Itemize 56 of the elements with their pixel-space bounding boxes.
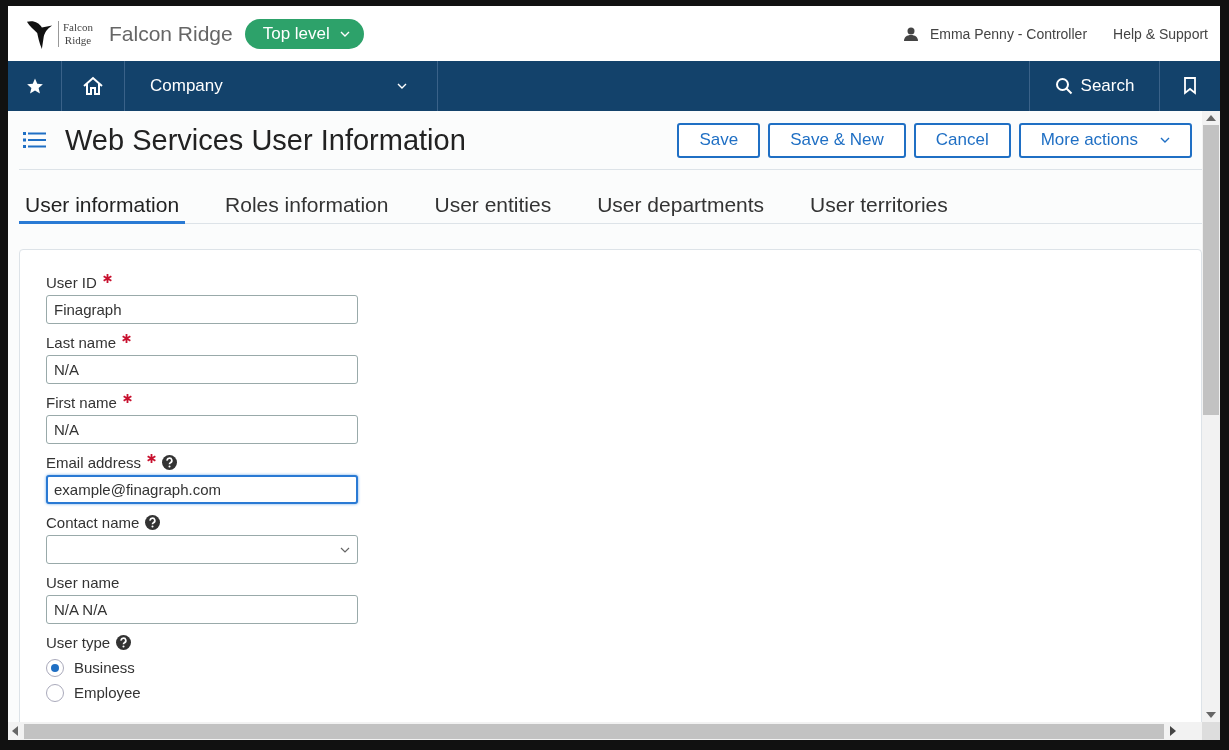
field-label: First name xyxy=(46,394,117,411)
bookmark-icon xyxy=(1183,77,1197,95)
logo-text: Ridge xyxy=(64,33,92,47)
vertical-scrollbar[interactable] xyxy=(1202,111,1220,722)
star-icon xyxy=(25,77,44,95)
field-label: Email address xyxy=(46,454,142,471)
tab[interactable]: User information xyxy=(19,187,186,224)
field-label: Contact name xyxy=(46,514,140,531)
text-field[interactable]: N/A N/A xyxy=(46,595,358,624)
field-label: User ID xyxy=(46,274,97,291)
dropdown-field[interactable] xyxy=(46,535,358,564)
text-field[interactable]: example@finagraph.com xyxy=(46,475,358,504)
text-field[interactable]: N/A xyxy=(46,355,358,384)
field-label: Last name xyxy=(46,334,117,351)
company-menu[interactable]: Company xyxy=(125,61,438,111)
tab[interactable]: User departments xyxy=(591,187,771,224)
radio-label: Business xyxy=(74,659,135,676)
search-button[interactable]: Search xyxy=(1029,61,1160,111)
scrollbar-thumb[interactable] xyxy=(1203,125,1219,415)
text-field[interactable]: Finagraph xyxy=(46,295,358,324)
field-label: User type xyxy=(46,634,111,651)
help-link[interactable]: Help & Support xyxy=(1113,25,1208,42)
chevron-down-icon xyxy=(339,30,350,37)
tab[interactable]: User territories xyxy=(804,187,954,224)
scrollbar-corner xyxy=(1202,722,1220,740)
chevron-down-icon xyxy=(1160,137,1170,143)
horizontal-scrollbar[interactable] xyxy=(8,722,1220,740)
scroll-down-icon[interactable] xyxy=(1206,712,1216,718)
user-menu-link[interactable]: Emma Penny - Controller xyxy=(929,25,1088,42)
page-title: Web Services User Information xyxy=(65,123,466,157)
scroll-left-icon[interactable] xyxy=(12,726,18,736)
help-icon[interactable] xyxy=(145,515,161,530)
scroll-up-icon[interactable] xyxy=(1206,115,1216,121)
text-field[interactable]: N/A xyxy=(46,415,358,444)
user-icon xyxy=(903,26,918,41)
radio-label: Employee xyxy=(74,684,141,701)
radio-button[interactable] xyxy=(46,683,64,702)
radio-button[interactable] xyxy=(46,658,64,677)
action-button[interactable]: More actions xyxy=(1018,122,1192,158)
scrollbar-thumb[interactable] xyxy=(24,723,1164,739)
company-name: Falcon Ridge xyxy=(108,21,233,46)
action-button[interactable]: Save xyxy=(677,122,761,158)
chevron-down-icon xyxy=(397,83,407,89)
help-icon[interactable] xyxy=(116,635,132,650)
scroll-right-icon[interactable] xyxy=(1170,726,1176,736)
action-button[interactable]: Save & New xyxy=(768,122,906,158)
logo-text: Falcon xyxy=(63,20,93,34)
tab[interactable]: Roles information xyxy=(219,187,395,224)
chevron-down-icon xyxy=(340,546,350,553)
help-icon[interactable] xyxy=(162,455,178,470)
action-button[interactable]: Cancel xyxy=(913,122,1011,158)
list-icon[interactable] xyxy=(23,131,47,149)
tab[interactable]: User entities xyxy=(428,187,558,224)
field-label: User name xyxy=(46,574,120,591)
search-icon xyxy=(1054,77,1073,95)
home-icon xyxy=(82,76,104,96)
